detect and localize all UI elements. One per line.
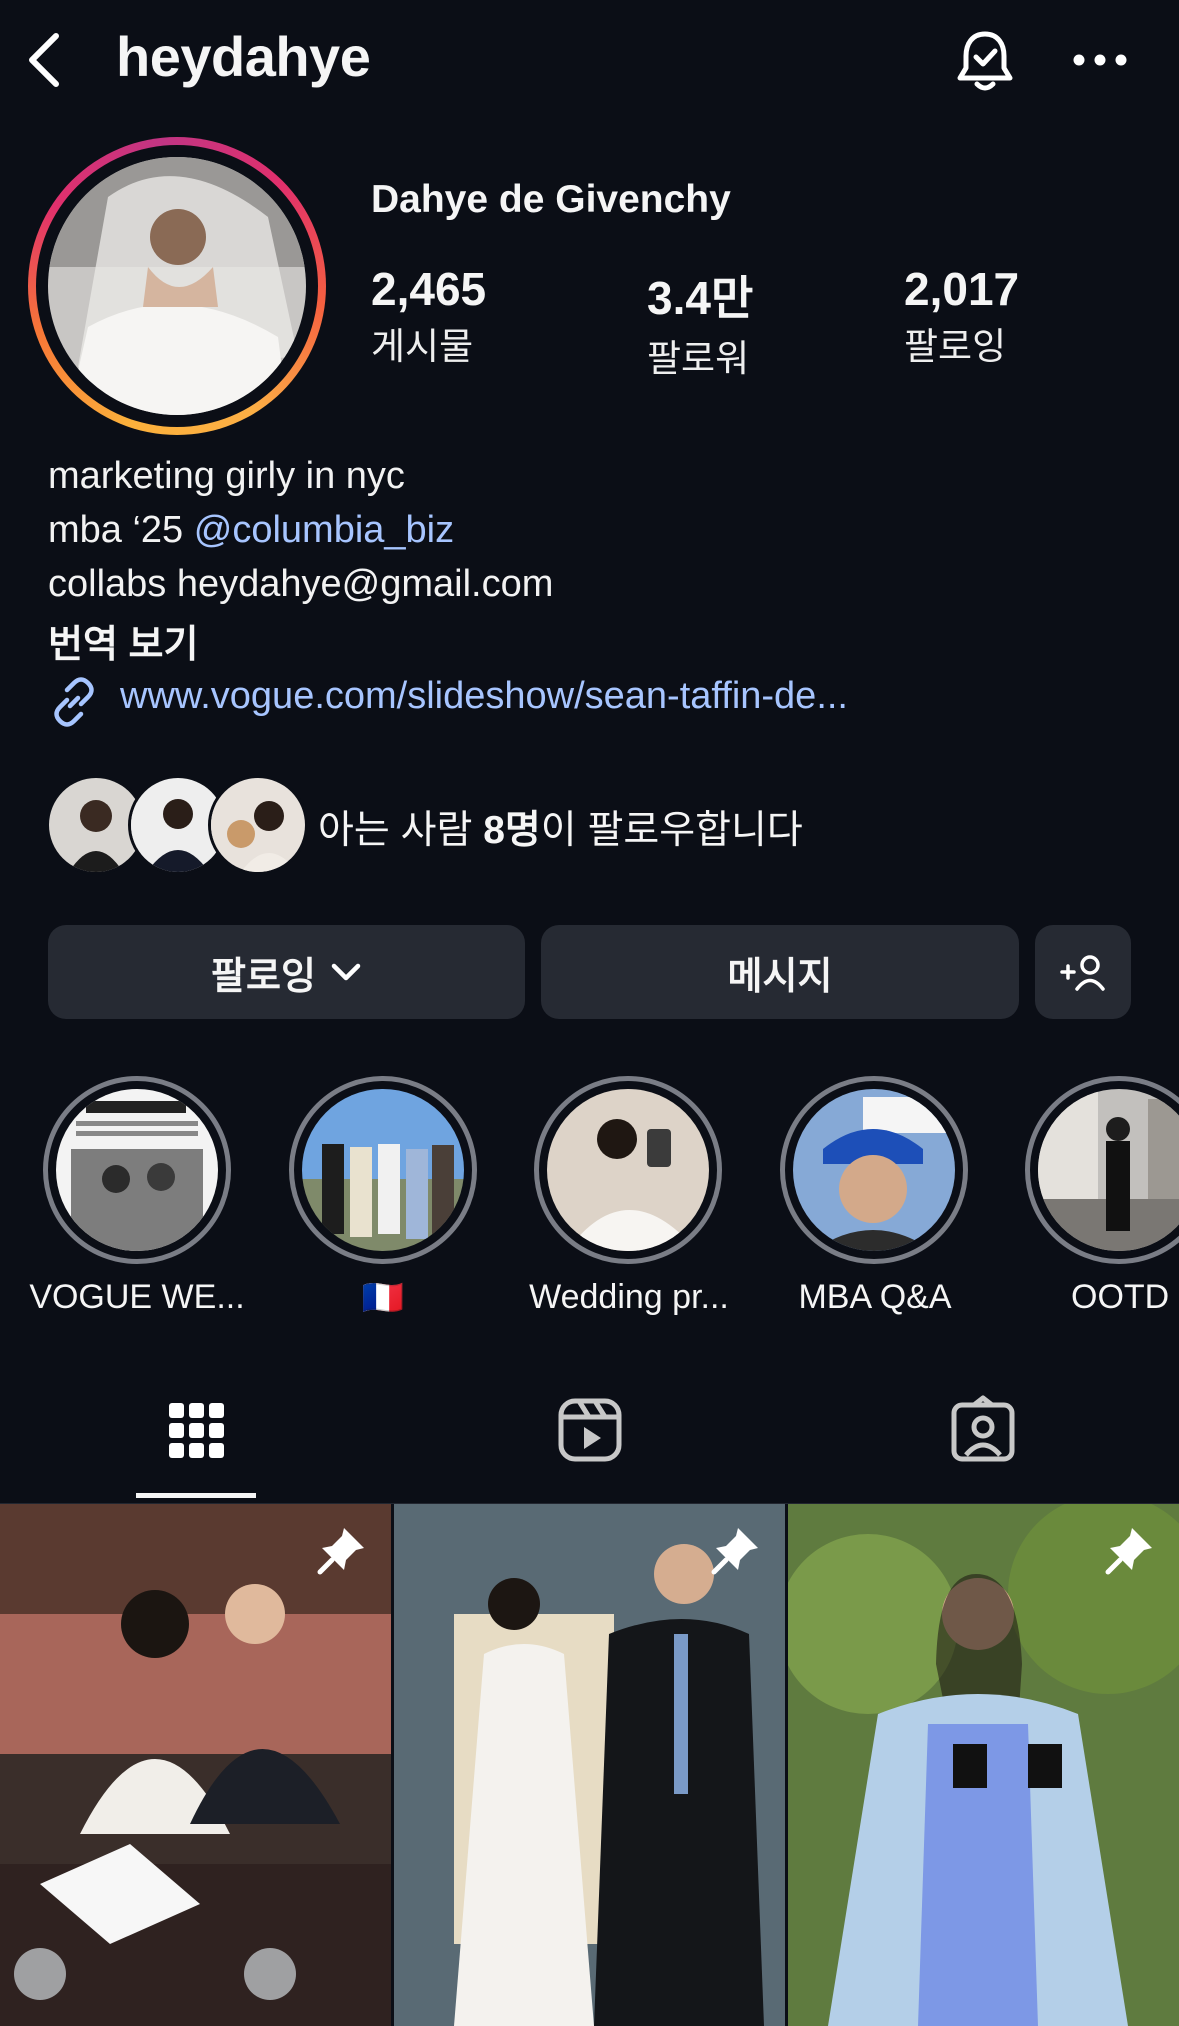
link-icon	[48, 676, 100, 728]
highlight-cover	[547, 1089, 709, 1251]
highlight-label: VOGUE WE...	[29, 1278, 245, 1316]
post-tile[interactable]	[0, 1504, 391, 2026]
avatar[interactable]	[48, 157, 306, 415]
highlight-mba-qa[interactable]	[780, 1076, 968, 1264]
highlight-ootd[interactable]	[1025, 1076, 1179, 1264]
pin-icon	[1102, 1522, 1158, 1578]
bio-external-link[interactable]: www.vogue.com/slideshow/sean-taffin-de..…	[120, 675, 848, 718]
highlight-vogue[interactable]	[43, 1076, 231, 1264]
mutual-avatar[interactable]	[208, 775, 308, 875]
highlight-label: MBA Q&A	[798, 1278, 952, 1316]
reels-tab-icon[interactable]	[555, 1395, 625, 1465]
translate-button[interactable]: 번역 보기	[48, 613, 198, 668]
stat-following-label: 팔로잉	[904, 326, 1007, 367]
mutual-suffix: 이 팔로우합니다	[540, 809, 803, 852]
mutual-prefix: 아는 사람	[318, 809, 484, 852]
highlight-label: 🇫🇷	[361, 1279, 405, 1317]
suggest-people-button[interactable]	[1035, 925, 1131, 1019]
bio-line-3: collabs heydahye@gmail.com	[48, 563, 554, 605]
bio-line-2-text: mba ‘25	[48, 509, 194, 551]
display-name: Dahye de Givenchy	[371, 178, 731, 221]
stat-posts-count: 2,465	[371, 263, 487, 315]
mutual-followers-text[interactable]: 아는 사람 8명이 팔로우합니다	[318, 799, 803, 855]
highlight-label: Wedding pr...	[529, 1278, 729, 1316]
more-horizontal-icon[interactable]	[1065, 40, 1135, 80]
bio-line-2: mba ‘25 @columbia_biz	[48, 509, 454, 552]
message-button[interactable]: 메시지	[541, 925, 1019, 1019]
following-button-label: 팔로잉	[211, 955, 316, 998]
bell-check-icon[interactable]	[950, 26, 1020, 96]
back-chevron-icon[interactable]	[22, 30, 66, 90]
add-person-icon	[1059, 952, 1107, 992]
stat-posts[interactable]: 2,465 게시물	[371, 262, 486, 370]
highlight-cover	[1038, 1089, 1179, 1251]
chevron-down-icon	[330, 961, 362, 983]
profile-username: heydahye	[116, 25, 371, 88]
grid-tab-icon[interactable]	[161, 1395, 231, 1465]
highlight-cover	[302, 1089, 464, 1251]
tagged-tab-icon[interactable]	[948, 1395, 1018, 1465]
bio-line-1: marketing girly in nyc	[48, 455, 405, 497]
highlight-wedding[interactable]	[534, 1076, 722, 1264]
stat-following-count: 2,017	[904, 263, 1020, 315]
highlight-cover	[56, 1089, 218, 1251]
stat-followers[interactable]: 3.4만 팔로워	[647, 262, 753, 382]
post-tile[interactable]	[788, 1504, 1179, 2026]
bio-mention-link[interactable]: @columbia_biz	[194, 509, 454, 551]
stat-followers-count: 3.4만	[647, 272, 754, 324]
mutual-count: 8명	[483, 809, 541, 852]
highlight-france[interactable]	[289, 1076, 477, 1264]
stat-posts-label: 게시물	[371, 326, 474, 367]
highlight-label: OOTD	[1071, 1278, 1170, 1316]
highlight-cover	[793, 1089, 955, 1251]
following-button[interactable]: 팔로잉	[48, 925, 525, 1019]
active-tab-indicator	[136, 1493, 256, 1498]
pin-icon	[708, 1522, 764, 1578]
stat-followers-label: 팔로워	[647, 338, 750, 379]
post-tile[interactable]	[394, 1504, 785, 2026]
stat-following[interactable]: 2,017 팔로잉	[904, 262, 1019, 370]
pin-icon	[314, 1522, 370, 1578]
